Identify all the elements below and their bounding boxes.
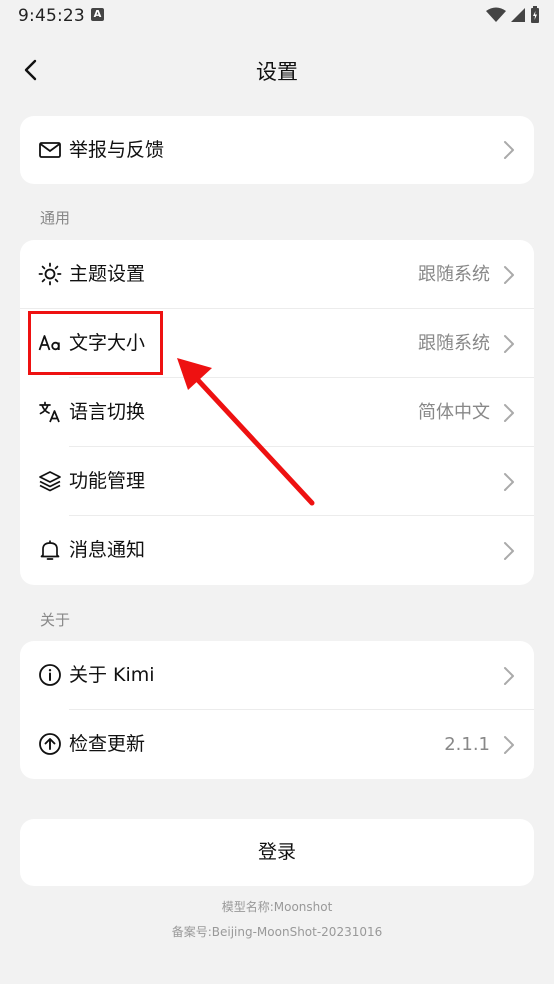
settings-item-label: 功能管理 [69,470,146,492]
settings-item-label: 关于 Kimi [69,664,155,686]
chevron-right-icon [504,335,514,353]
settings-item-label: 语言切换 [69,401,146,423]
layers-icon [39,471,61,492]
login-button[interactable]: 登录 [20,819,534,886]
status-icons [486,6,540,24]
settings-item-label: 消息通知 [69,539,146,561]
settings-item-theme[interactable]: 主题设置 跟随系统 [20,240,534,309]
translate-icon [39,401,60,423]
chevron-right-icon [504,404,514,422]
chevron-right-icon [504,736,514,754]
settings-item-check-update[interactable]: 检查更新 2.1.1 [20,710,534,779]
status-bar: 9:45:23 A [0,0,554,34]
upload-icon [39,733,61,755]
general-card: 主题设置 跟随系统 文字大小 跟随系统 语言切换 简体中文 功能管理 消息通知 [20,240,534,585]
bell-icon [40,540,60,560]
footer-record-number: 备案号:Beijing-MoonShot-20231016 [171,925,383,939]
about-card: 关于 Kimi 检查更新 2.1.1 [20,641,534,779]
version-value: 2.1.1 [444,734,490,755]
chevron-right-icon [504,266,514,284]
wifi-icon [486,7,506,22]
page-title: 设置 [256,60,298,84]
feedback-label: 举报与反馈 [69,139,165,161]
settings-item-notifications[interactable]: 消息通知 [20,516,534,585]
notification-a-icon: A [91,8,104,21]
settings-item-value: 简体中文 [418,402,490,423]
chevron-right-icon [504,141,514,159]
mail-icon [39,142,61,158]
feedback-card: 举报与反馈 [20,116,534,184]
settings-item-features[interactable]: 功能管理 [20,447,534,516]
settings-item-label: 主题设置 [69,263,146,285]
sun-icon [38,262,62,286]
feedback-row[interactable]: 举报与反馈 [20,116,534,184]
footer-model-name: 模型名称:Moonshot [221,900,333,914]
chevron-right-icon [504,667,514,685]
section-title-about: 关于 [40,611,71,629]
settings-item-value: 跟随系统 [418,264,490,285]
settings-item-language[interactable]: 语言切换 简体中文 [20,378,534,447]
settings-item-value: 跟随系统 [418,333,490,354]
settings-item-label: 检查更新 [69,733,146,755]
highlight-box [28,311,163,375]
signal-icon [511,8,525,22]
chevron-right-icon [504,473,514,491]
battery-icon [531,6,539,23]
top-bar: 设置 [0,40,554,100]
settings-item-about-kimi[interactable]: 关于 Kimi [20,641,534,710]
section-title-general: 通用 [40,209,71,227]
info-icon [39,664,61,686]
chevron-right-icon [504,542,514,560]
status-time: 9:45:23 [18,6,85,26]
